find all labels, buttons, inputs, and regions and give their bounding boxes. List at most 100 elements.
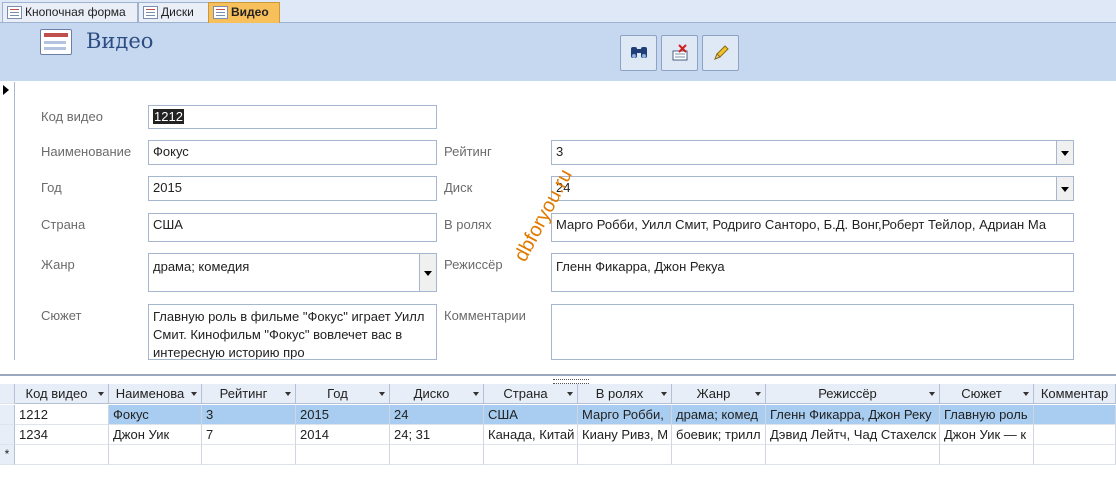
rating-value: 3 — [556, 144, 564, 159]
chevron-down-icon[interactable] — [379, 392, 385, 396]
column-header-label: Комментар — [1040, 386, 1109, 401]
table-cell[interactable]: Фокус — [109, 405, 202, 425]
chevron-down-icon[interactable] — [929, 392, 935, 396]
disk-label: Диск — [444, 180, 473, 195]
chevron-down-icon[interactable] — [191, 392, 197, 396]
tab-disks[interactable]: Диски — [138, 2, 212, 22]
column-header[interactable]: Год — [296, 384, 390, 404]
tab-switchboard[interactable]: Кнопочная форма — [2, 2, 138, 22]
column-header[interactable]: Рейтинг — [202, 384, 296, 404]
table-cell[interactable]: Канада, Китай — [484, 425, 578, 445]
delete-record-button[interactable] — [661, 35, 698, 71]
cast-field[interactable]: Марго Робби, Уилл Смит, Родриго Санторо,… — [551, 213, 1074, 242]
column-header[interactable]: Жанр — [672, 384, 766, 404]
table-cell[interactable] — [1034, 405, 1116, 425]
table-cell[interactable] — [109, 445, 202, 465]
table-cell[interactable]: Главную роль — [940, 405, 1034, 425]
table-cell[interactable] — [1034, 445, 1116, 465]
table-cell[interactable]: 1212 — [15, 405, 109, 425]
column-header-label: Код видео — [25, 386, 88, 401]
row-selector[interactable] — [0, 425, 15, 445]
director-field[interactable]: Гленн Фикарра, Джон Рекуа — [551, 253, 1074, 292]
edit-button[interactable] — [702, 35, 739, 71]
table-cell[interactable] — [15, 445, 109, 465]
chevron-down-icon[interactable] — [567, 392, 573, 396]
table-cell[interactable]: 1234 — [15, 425, 109, 445]
chevron-down-icon[interactable] — [98, 392, 104, 396]
select-all-corner[interactable] — [0, 384, 15, 404]
pencil-icon — [713, 45, 729, 60]
column-header-label: Год — [327, 386, 348, 401]
tab-label: Кнопочная форма — [25, 5, 126, 19]
rating-label: Рейтинг — [444, 144, 492, 159]
table-cell[interactable] — [672, 445, 766, 465]
country-field[interactable]: США — [148, 213, 437, 242]
form-icon — [213, 6, 228, 19]
name-field[interactable]: Фокус — [148, 140, 437, 165]
table-cell[interactable] — [484, 445, 578, 465]
chevron-down-icon[interactable] — [285, 392, 291, 396]
table-cell[interactable]: драма; комед — [672, 405, 766, 425]
comments-field[interactable] — [551, 304, 1074, 360]
new-record-row[interactable]: * — [0, 445, 1116, 465]
table-cell[interactable]: Дэвид Лейтч, Чад Стахелск — [766, 425, 940, 445]
genre-label: Жанр — [41, 257, 75, 272]
document-tab-bar: Кнопочная форма Диски Видео — [0, 0, 1116, 23]
name-label: Наименование — [41, 144, 132, 159]
table-cell[interactable] — [940, 445, 1034, 465]
genre-field[interactable]: драма; комедия — [148, 253, 437, 292]
disk-combo[interactable]: 24 — [551, 176, 1074, 201]
chevron-down-icon[interactable] — [1023, 392, 1029, 396]
table-cell[interactable]: Гленн Фикарра, Джон Реку — [766, 405, 940, 425]
column-header[interactable]: Комментар — [1034, 384, 1116, 404]
table-cell[interactable] — [202, 445, 296, 465]
row-selector[interactable] — [0, 405, 15, 425]
new-record-marker[interactable]: * — [0, 445, 15, 465]
form-icon — [40, 29, 72, 55]
column-header-label: Наименова — [115, 386, 185, 401]
table-cell[interactable] — [390, 445, 484, 465]
year-field[interactable]: 2015 — [148, 176, 437, 201]
table-cell[interactable]: боевик; трилл — [672, 425, 766, 445]
column-header-label: Рейтинг — [219, 386, 268, 401]
table-row[interactable]: 1234 Джон Уик 7 2014 24; 31 Канада, Кита… — [0, 425, 1116, 445]
plot-label: Сюжет — [41, 308, 82, 323]
column-header[interactable]: Диско — [390, 384, 484, 404]
table-cell[interactable] — [578, 445, 672, 465]
disk-dropdown-button[interactable] — [1056, 177, 1073, 200]
table-cell[interactable]: 2015 — [296, 405, 390, 425]
table-cell[interactable]: 24 — [390, 405, 484, 425]
table-cell[interactable]: Джон Уик — к — [940, 425, 1034, 445]
rating-dropdown-button[interactable] — [1056, 141, 1073, 164]
table-cell[interactable]: Джон Уик — [109, 425, 202, 445]
table-cell[interactable] — [296, 445, 390, 465]
table-cell[interactable]: Киану Ривз, М — [578, 425, 672, 445]
table-cell[interactable] — [1034, 425, 1116, 445]
code-field[interactable]: 1212 — [148, 105, 437, 129]
record-selector[interactable] — [0, 82, 15, 360]
table-cell[interactable] — [766, 445, 940, 465]
table-cell[interactable]: 7 — [202, 425, 296, 445]
column-header[interactable]: В ролях — [578, 384, 672, 404]
table-row[interactable]: 1212 Фокус 3 2015 24 США Марго Робби, др… — [0, 405, 1116, 425]
delete-record-icon — [672, 44, 687, 61]
rating-combo[interactable]: 3 — [551, 140, 1074, 165]
tab-label: Видео — [231, 5, 269, 19]
table-cell[interactable]: Марго Робби, — [578, 405, 672, 425]
genre-dropdown-button[interactable] — [419, 254, 436, 291]
column-header[interactable]: Код видео — [15, 384, 109, 404]
column-header[interactable]: Наименова — [109, 384, 202, 404]
tab-video[interactable]: Видео — [208, 2, 280, 23]
table-cell[interactable]: 2014 — [296, 425, 390, 445]
chevron-down-icon[interactable] — [473, 392, 479, 396]
column-header[interactable]: Режиссёр — [766, 384, 940, 404]
find-button[interactable] — [620, 35, 657, 71]
table-cell[interactable]: 24; 31 — [390, 425, 484, 445]
table-cell[interactable]: 3 — [202, 405, 296, 425]
table-cell[interactable]: США — [484, 405, 578, 425]
plot-field[interactable]: Главную роль в фильме "Фокус" играет Уил… — [148, 304, 437, 360]
column-header[interactable]: Сюжет — [940, 384, 1034, 404]
column-header[interactable]: Страна — [484, 384, 578, 404]
chevron-down-icon[interactable] — [755, 392, 761, 396]
chevron-down-icon[interactable] — [661, 392, 667, 396]
